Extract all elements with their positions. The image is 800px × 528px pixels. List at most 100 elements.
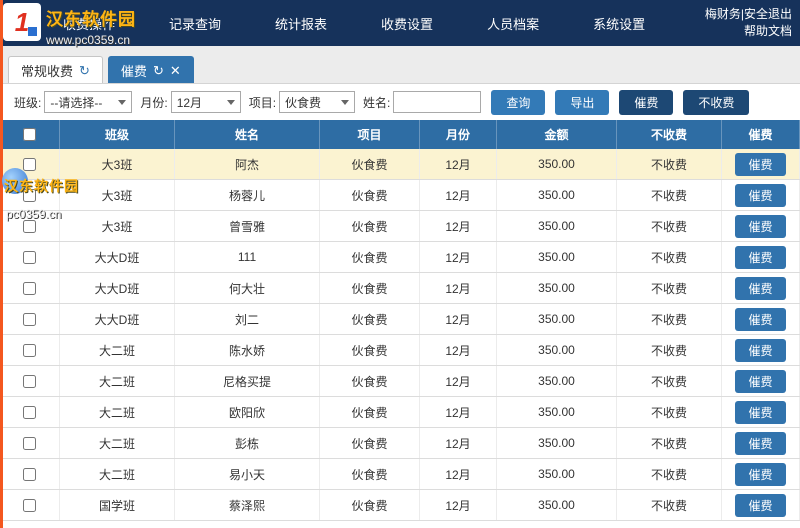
row-urge-button[interactable]: 催费	[735, 307, 786, 331]
row-nofee-link[interactable]: 不收费	[651, 156, 687, 173]
row-checkbox[interactable]	[23, 405, 36, 419]
name-input[interactable]	[393, 91, 482, 113]
cell-class: 大3班	[60, 180, 175, 210]
cell-urge: 催费	[722, 304, 800, 334]
row-checkbox[interactable]	[23, 281, 36, 295]
cell-urge: 催费	[722, 428, 800, 458]
close-icon[interactable]: ✕	[170, 64, 181, 77]
row-checkbox[interactable]	[23, 157, 36, 171]
cell-project: 伙食费	[320, 397, 420, 427]
cell-amount: 350.00	[497, 366, 617, 396]
row-urge-button[interactable]: 催费	[735, 431, 786, 455]
row-checkbox-cell	[0, 242, 60, 272]
name-filter-label: 姓名:	[363, 95, 391, 110]
cell-project: 伙食费	[320, 273, 420, 303]
cell-nofee: 不收费	[617, 211, 722, 241]
cell-month: 12月	[420, 335, 497, 365]
row-checkbox-cell	[0, 304, 60, 334]
urge-fee-button[interactable]: 催费	[619, 89, 674, 115]
cell-name: 何大壮	[175, 273, 320, 303]
row-nofee-link[interactable]: 不收费	[651, 404, 687, 421]
tab-regular-fee[interactable]: 常规收费 ↻	[8, 56, 103, 83]
header-name: 姓名	[175, 120, 320, 149]
row-checkbox[interactable]	[23, 467, 36, 481]
row-nofee-link[interactable]: 不收费	[651, 249, 687, 266]
row-checkbox[interactable]	[23, 219, 36, 233]
header-project: 项目	[320, 120, 420, 149]
row-urge-button[interactable]: 催费	[735, 493, 786, 517]
cell-amount: 350.00	[497, 490, 617, 520]
cell-project: 伙食费	[320, 242, 420, 272]
header-amount: 金额	[497, 120, 617, 149]
row-nofee-link[interactable]: 不收费	[651, 218, 687, 235]
row-checkbox[interactable]	[23, 312, 36, 326]
cell-nofee: 不收费	[617, 149, 722, 179]
row-nofee-link[interactable]: 不收费	[651, 466, 687, 483]
cell-urge: 催费	[722, 366, 800, 396]
cell-urge: 催费	[722, 335, 800, 365]
row-nofee-link[interactable]: 不收费	[651, 311, 687, 328]
cell-project: 伙食费	[320, 211, 420, 241]
nav-item-fee-settings[interactable]: 收费设置	[354, 14, 460, 33]
row-nofee-link[interactable]: 不收费	[651, 342, 687, 359]
nav-item-statistics-report[interactable]: 统计报表	[248, 14, 354, 33]
cell-name: 刘二	[175, 304, 320, 334]
cell-class: 大二班	[60, 397, 175, 427]
cell-nofee: 不收费	[617, 335, 722, 365]
row-nofee-link[interactable]: 不收费	[651, 280, 687, 297]
cell-nofee: 不收费	[617, 273, 722, 303]
project-select[interactable]: 伙食费	[279, 91, 356, 113]
export-button[interactable]: 导出	[555, 89, 610, 115]
cell-month: 12月	[420, 459, 497, 489]
cell-urge: 催费	[722, 180, 800, 210]
cell-amount: 350.00	[497, 335, 617, 365]
row-checkbox[interactable]	[23, 250, 36, 264]
row-nofee-link[interactable]: 不收费	[651, 497, 687, 514]
row-checkbox[interactable]	[23, 374, 36, 388]
month-select[interactable]: 12月	[170, 91, 241, 113]
nav-item-fee-operation[interactable]: 收费操作	[36, 14, 142, 33]
row-checkbox[interactable]	[23, 436, 36, 450]
row-nofee-link[interactable]: 不收费	[651, 187, 687, 204]
row-urge-button[interactable]: 催费	[735, 214, 786, 238]
row-checkbox[interactable]	[23, 498, 36, 512]
nav-item-record-query[interactable]: 记录查询	[142, 14, 248, 33]
nav-item-personnel-files[interactable]: 人员档案	[460, 14, 566, 33]
refresh-icon[interactable]: ↻	[153, 64, 164, 77]
table-row: 大二班 陈水娇 伙食费 12月 350.00 不收费 催费	[0, 335, 800, 366]
select-all-checkbox[interactable]	[23, 128, 36, 141]
header-checkbox-cell	[0, 120, 60, 149]
cell-class: 大二班	[60, 366, 175, 396]
row-checkbox[interactable]	[23, 188, 36, 202]
cell-amount: 350.00	[497, 397, 617, 427]
account-logout-link[interactable]: 梅财务|安全退出	[705, 6, 792, 23]
cell-class: 大二班	[60, 335, 175, 365]
cell-month: 12月	[420, 273, 497, 303]
nav-item-system-settings[interactable]: 系统设置	[566, 14, 672, 33]
tab-urge-fee-label: 催费	[120, 63, 147, 79]
row-checkbox[interactable]	[23, 343, 36, 357]
query-button[interactable]: 查询	[491, 89, 546, 115]
no-fee-button[interactable]: 不收费	[683, 89, 750, 115]
tab-urge-fee[interactable]: 催费 ↻ ✕	[107, 56, 194, 83]
cell-urge: 催费	[722, 242, 800, 272]
row-urge-button[interactable]: 催费	[735, 183, 786, 207]
row-urge-button[interactable]: 催费	[735, 369, 786, 393]
cell-project: 伙食费	[320, 180, 420, 210]
cell-nofee: 不收费	[617, 428, 722, 458]
row-nofee-link[interactable]: 不收费	[651, 373, 687, 390]
cell-amount: 350.00	[497, 180, 617, 210]
help-docs-link[interactable]: 帮助文档	[705, 23, 792, 40]
cell-project: 伙食费	[320, 304, 420, 334]
row-checkbox-cell	[0, 149, 60, 179]
row-urge-button[interactable]: 催费	[735, 338, 786, 362]
refresh-icon[interactable]: ↻	[79, 64, 90, 77]
header-month: 月份	[420, 120, 497, 149]
row-urge-button[interactable]: 催费	[735, 400, 786, 424]
class-select[interactable]: --请选择--	[44, 91, 133, 113]
row-urge-button[interactable]: 催费	[735, 152, 786, 176]
row-urge-button[interactable]: 催费	[735, 276, 786, 300]
row-urge-button[interactable]: 催费	[735, 245, 786, 269]
row-nofee-link[interactable]: 不收费	[651, 435, 687, 452]
row-urge-button[interactable]: 催费	[735, 462, 786, 486]
